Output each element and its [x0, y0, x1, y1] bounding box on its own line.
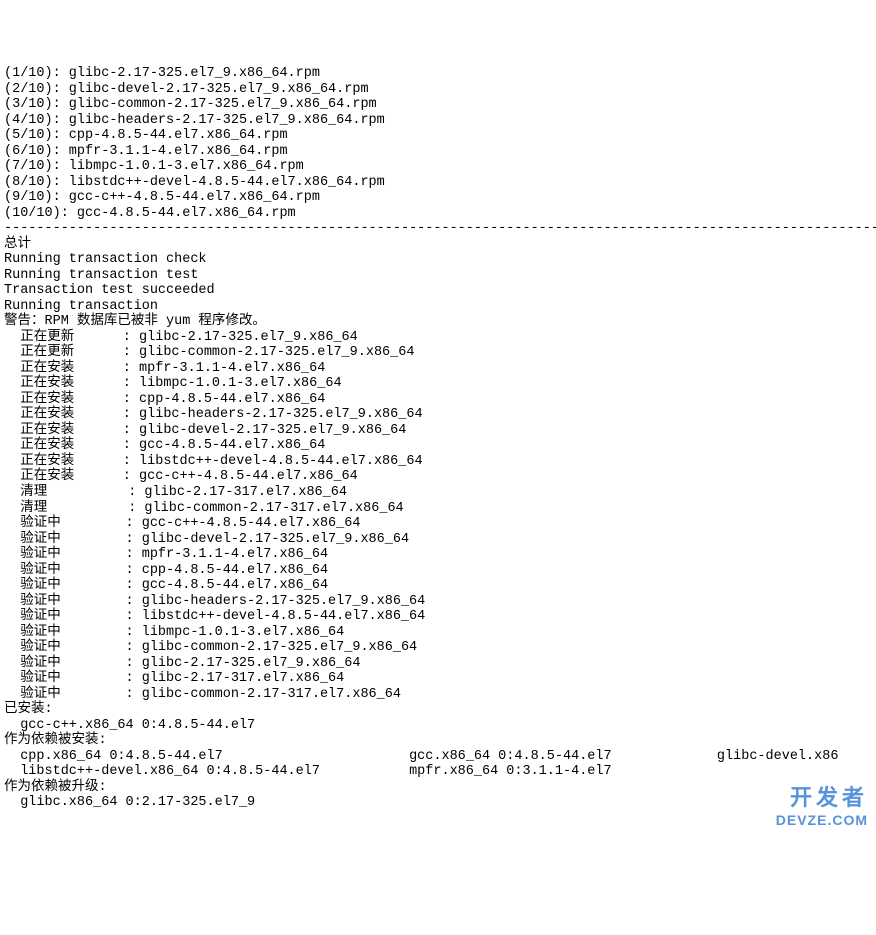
terminal-line: (6/10): mpfr-3.1.1-4.el7.x86_64.rpm	[4, 144, 872, 160]
terminal-line: 正在安装 : gcc-4.8.5-44.el7.x86_64	[4, 438, 872, 454]
terminal-line: Running transaction test	[4, 268, 872, 284]
terminal-line: 验证中 : gcc-4.8.5-44.el7.x86_64	[4, 578, 872, 594]
terminal-line: 正在安装 : libstdc++-devel-4.8.5-44.el7.x86_…	[4, 454, 872, 470]
terminal-line: 验证中 : glibc-2.17-325.el7_9.x86_64	[4, 656, 872, 672]
terminal-line: 验证中 : glibc-common-2.17-325.el7_9.x86_64	[4, 640, 872, 656]
terminal-line: 正在安装 : gcc-c++-4.8.5-44.el7.x86_64	[4, 469, 872, 485]
terminal-line: (5/10): cpp-4.8.5-44.el7.x86_64.rpm	[4, 128, 872, 144]
terminal-line: 验证中 : glibc-devel-2.17-325.el7_9.x86_64	[4, 532, 872, 548]
terminal-line: 正在安装 : glibc-headers-2.17-325.el7_9.x86_…	[4, 407, 872, 423]
terminal-line: (2/10): glibc-devel-2.17-325.el7_9.x86_6…	[4, 82, 872, 98]
terminal-line: cpp.x86_64 0:4.8.5-44.el7 gcc.x86_64 0:4…	[4, 749, 872, 765]
terminal-line: 正在安装 : libmpc-1.0.1-3.el7.x86_64	[4, 376, 872, 392]
terminal-line: 验证中 : gcc-c++-4.8.5-44.el7.x86_64	[4, 516, 872, 532]
terminal-line: 验证中 : glibc-headers-2.17-325.el7_9.x86_6…	[4, 594, 872, 610]
terminal-line: (7/10): libmpc-1.0.1-3.el7.x86_64.rpm	[4, 159, 872, 175]
terminal-line: 验证中 : libmpc-1.0.1-3.el7.x86_64	[4, 625, 872, 641]
terminal-line: 验证中 : cpp-4.8.5-44.el7.x86_64	[4, 563, 872, 579]
terminal-line: 验证中 : mpfr-3.1.1-4.el7.x86_64	[4, 547, 872, 563]
terminal-line: Transaction test succeeded	[4, 283, 872, 299]
terminal-output: (1/10): glibc-2.17-325.el7_9.x86_64.rpm(…	[4, 66, 872, 811]
terminal-line: 正在安装 : mpfr-3.1.1-4.el7.x86_64	[4, 361, 872, 377]
terminal-line: 作为依赖被安装:	[4, 733, 872, 749]
terminal-line: 验证中 : glibc-common-2.17-317.el7.x86_64	[4, 687, 872, 703]
terminal-line: (8/10): libstdc++-devel-4.8.5-44.el7.x86…	[4, 175, 872, 191]
terminal-line: 已安装:	[4, 702, 872, 718]
terminal-line: (1/10): glibc-2.17-325.el7_9.x86_64.rpm	[4, 66, 872, 82]
terminal-line: 正在安装 : glibc-devel-2.17-325.el7_9.x86_64	[4, 423, 872, 439]
terminal-line: gcc-c++.x86_64 0:4.8.5-44.el7	[4, 718, 872, 734]
terminal-line: 验证中 : glibc-2.17-317.el7.x86_64	[4, 671, 872, 687]
terminal-line: Running transaction	[4, 299, 872, 315]
terminal-line: (10/10): gcc-4.8.5-44.el7.x86_64.rpm	[4, 206, 872, 222]
terminal-line: (9/10): gcc-c++-4.8.5-44.el7.x86_64.rpm	[4, 190, 872, 206]
terminal-line: 清理 : glibc-common-2.17-317.el7.x86_64	[4, 501, 872, 517]
terminal-line: (3/10): glibc-common-2.17-325.el7_9.x86_…	[4, 97, 872, 113]
terminal-line: 作为依赖被升级:	[4, 780, 872, 796]
terminal-line: (4/10): glibc-headers-2.17-325.el7_9.x86…	[4, 113, 872, 129]
terminal-line: 清理 : glibc-2.17-317.el7.x86_64	[4, 485, 872, 501]
watermark-url: DEVZE.COM	[776, 812, 868, 828]
terminal-line: 总计	[4, 237, 872, 253]
terminal-line: 验证中 : libstdc++-devel-4.8.5-44.el7.x86_6…	[4, 609, 872, 625]
terminal-line: 警告：RPM 数据库已被非 yum 程序修改。	[4, 314, 872, 330]
terminal-line: 正在安装 : cpp-4.8.5-44.el7.x86_64	[4, 392, 872, 408]
terminal-line: glibc.x86_64 0:2.17-325.el7_9	[4, 795, 872, 811]
terminal-line: 正在更新 : glibc-2.17-325.el7_9.x86_64	[4, 330, 872, 346]
terminal-line: libstdc++-devel.x86_64 0:4.8.5-44.el7 mp…	[4, 764, 872, 780]
terminal-line: Running transaction check	[4, 252, 872, 268]
terminal-line: ----------------------------------------…	[4, 221, 872, 237]
terminal-line: 正在更新 : glibc-common-2.17-325.el7_9.x86_6…	[4, 345, 872, 361]
